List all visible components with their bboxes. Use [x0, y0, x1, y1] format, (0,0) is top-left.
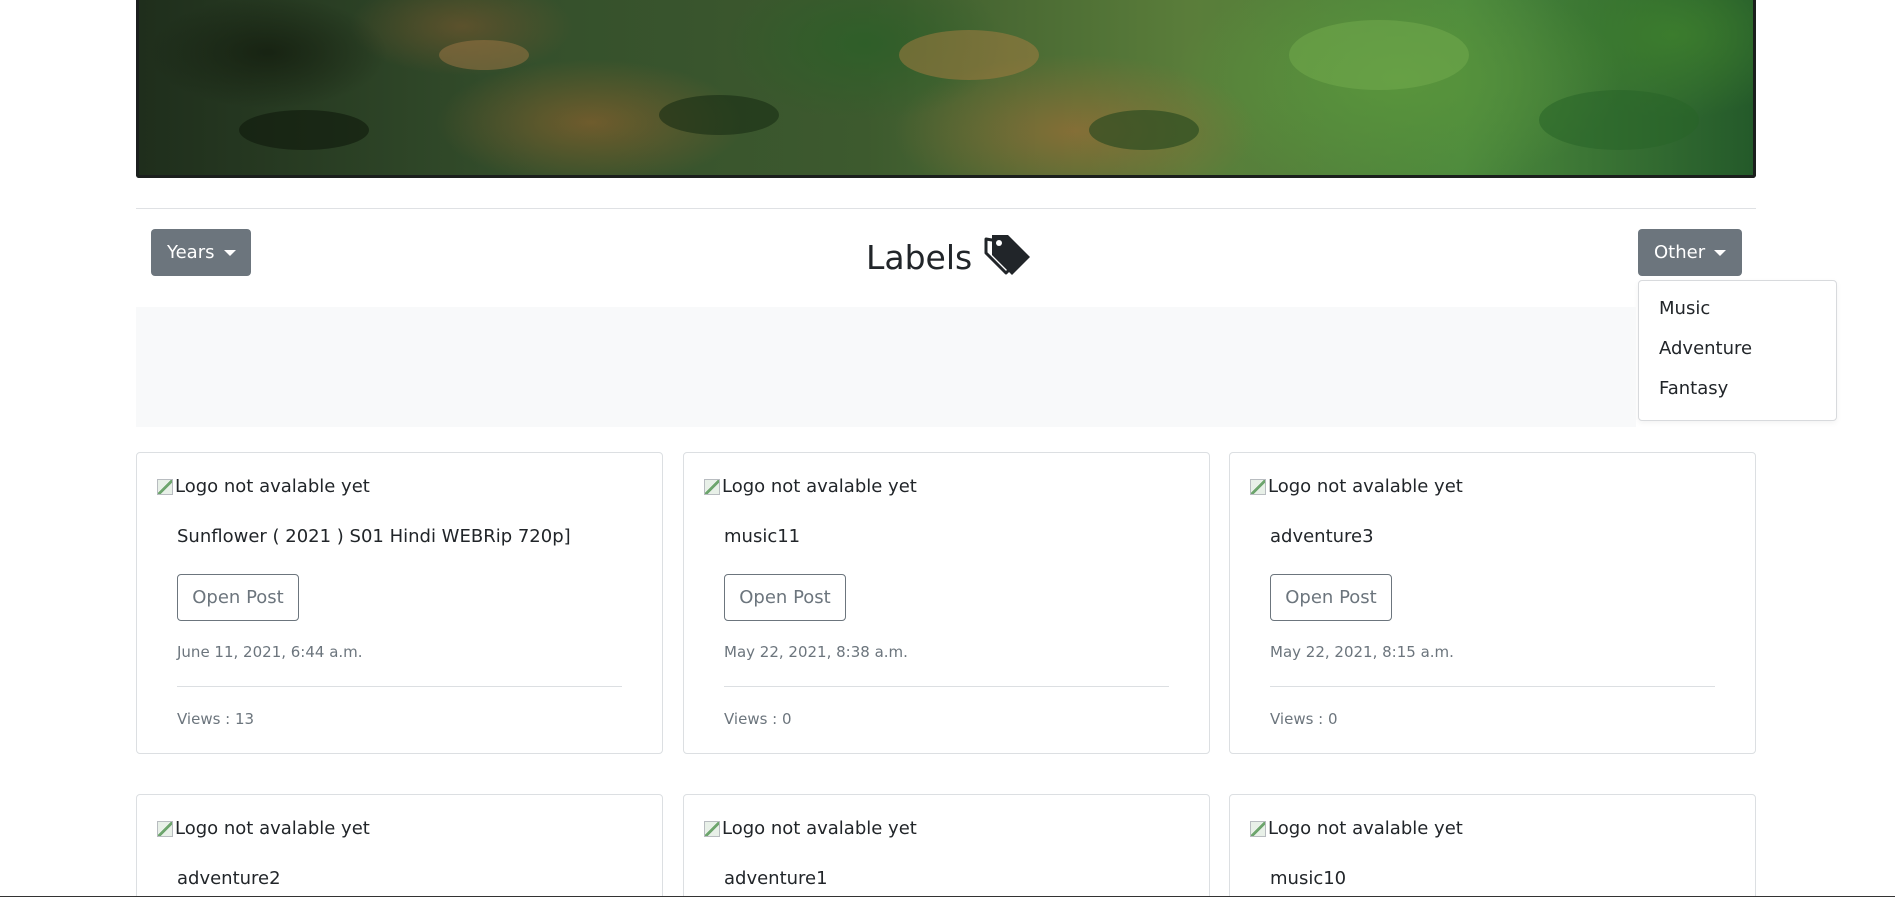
labels-heading-text: Labels: [866, 237, 973, 277]
broken-image-icon: [157, 820, 173, 837]
post-logo-image: Logo not avalable yet: [157, 818, 370, 839]
card-divider: [177, 686, 622, 687]
post-date: May 22, 2021, 8:15 a.m.: [1270, 643, 1454, 661]
tags-icon: [984, 235, 1031, 275]
section-divider: [136, 208, 1756, 209]
other-dropdown-menu: Music Adventure Fantasy: [1638, 280, 1837, 421]
caret-down-icon: [223, 249, 236, 256]
image-alt-text: Logo not avalable yet: [175, 818, 370, 839]
post-card: Logo not avalable yet music10: [1229, 794, 1756, 897]
image-alt-text: Logo not avalable yet: [1268, 818, 1463, 839]
post-card: Logo not avalable yet adventure3 Open Po…: [1229, 452, 1756, 754]
card-divider: [1270, 686, 1715, 687]
menu-item-fantasy[interactable]: Fantasy: [1659, 378, 1728, 399]
menu-item-adventure[interactable]: Adventure: [1659, 338, 1752, 359]
post-views: Views : 13: [177, 710, 255, 728]
post-title: music10: [1270, 868, 1347, 889]
post-card: Logo not avalable yet music11 Open Post …: [683, 452, 1210, 754]
image-alt-text: Logo not avalable yet: [722, 476, 917, 497]
labels-heading: Labels: [866, 233, 1034, 281]
open-post-button[interactable]: Open Post: [1270, 574, 1392, 621]
post-logo-image: Logo not avalable yet: [704, 476, 917, 497]
image-alt-text: Logo not avalable yet: [175, 476, 370, 497]
open-post-button[interactable]: Open Post: [724, 574, 846, 621]
labels-panel: [136, 307, 1636, 427]
broken-image-icon: [157, 478, 173, 495]
other-dropdown-button[interactable]: Other: [1638, 229, 1742, 276]
image-alt-text: Logo not avalable yet: [722, 818, 917, 839]
years-dropdown-button[interactable]: Years: [151, 229, 251, 276]
post-title: adventure1: [724, 868, 828, 889]
post-logo-image: Logo not avalable yet: [1250, 476, 1463, 497]
post-card: Logo not avalable yet Sunflower ( 2021 )…: [136, 452, 663, 754]
post-logo-image: Logo not avalable yet: [704, 818, 917, 839]
open-post-button[interactable]: Open Post: [177, 574, 299, 621]
post-date: May 22, 2021, 8:38 a.m.: [724, 643, 908, 661]
post-logo-image: Logo not avalable yet: [1250, 818, 1463, 839]
post-card: Logo not avalable yet adventure2: [136, 794, 663, 897]
years-dropdown-label: Years: [167, 242, 215, 263]
menu-item-music[interactable]: Music: [1659, 298, 1710, 319]
hero-banner-image: [136, 0, 1756, 178]
post-title: adventure2: [177, 868, 281, 889]
broken-image-icon: [1250, 820, 1266, 837]
post-views: Views : 0: [1270, 710, 1338, 728]
other-dropdown-label: Other: [1654, 242, 1706, 263]
post-logo-image: Logo not avalable yet: [157, 476, 370, 497]
image-alt-text: Logo not avalable yet: [1268, 476, 1463, 497]
broken-image-icon: [1250, 478, 1266, 495]
post-title: Sunflower ( 2021 ) S01 Hindi WEBRip 720p…: [177, 526, 571, 547]
caret-down-icon: [1714, 249, 1727, 256]
post-title: music11: [724, 526, 801, 547]
broken-image-icon: [704, 478, 720, 495]
post-date: June 11, 2021, 6:44 a.m.: [177, 643, 363, 661]
post-title: adventure3: [1270, 526, 1374, 547]
card-divider: [724, 686, 1169, 687]
post-card: Logo not avalable yet adventure1: [683, 794, 1210, 897]
post-views: Views : 0: [724, 710, 792, 728]
broken-image-icon: [704, 820, 720, 837]
